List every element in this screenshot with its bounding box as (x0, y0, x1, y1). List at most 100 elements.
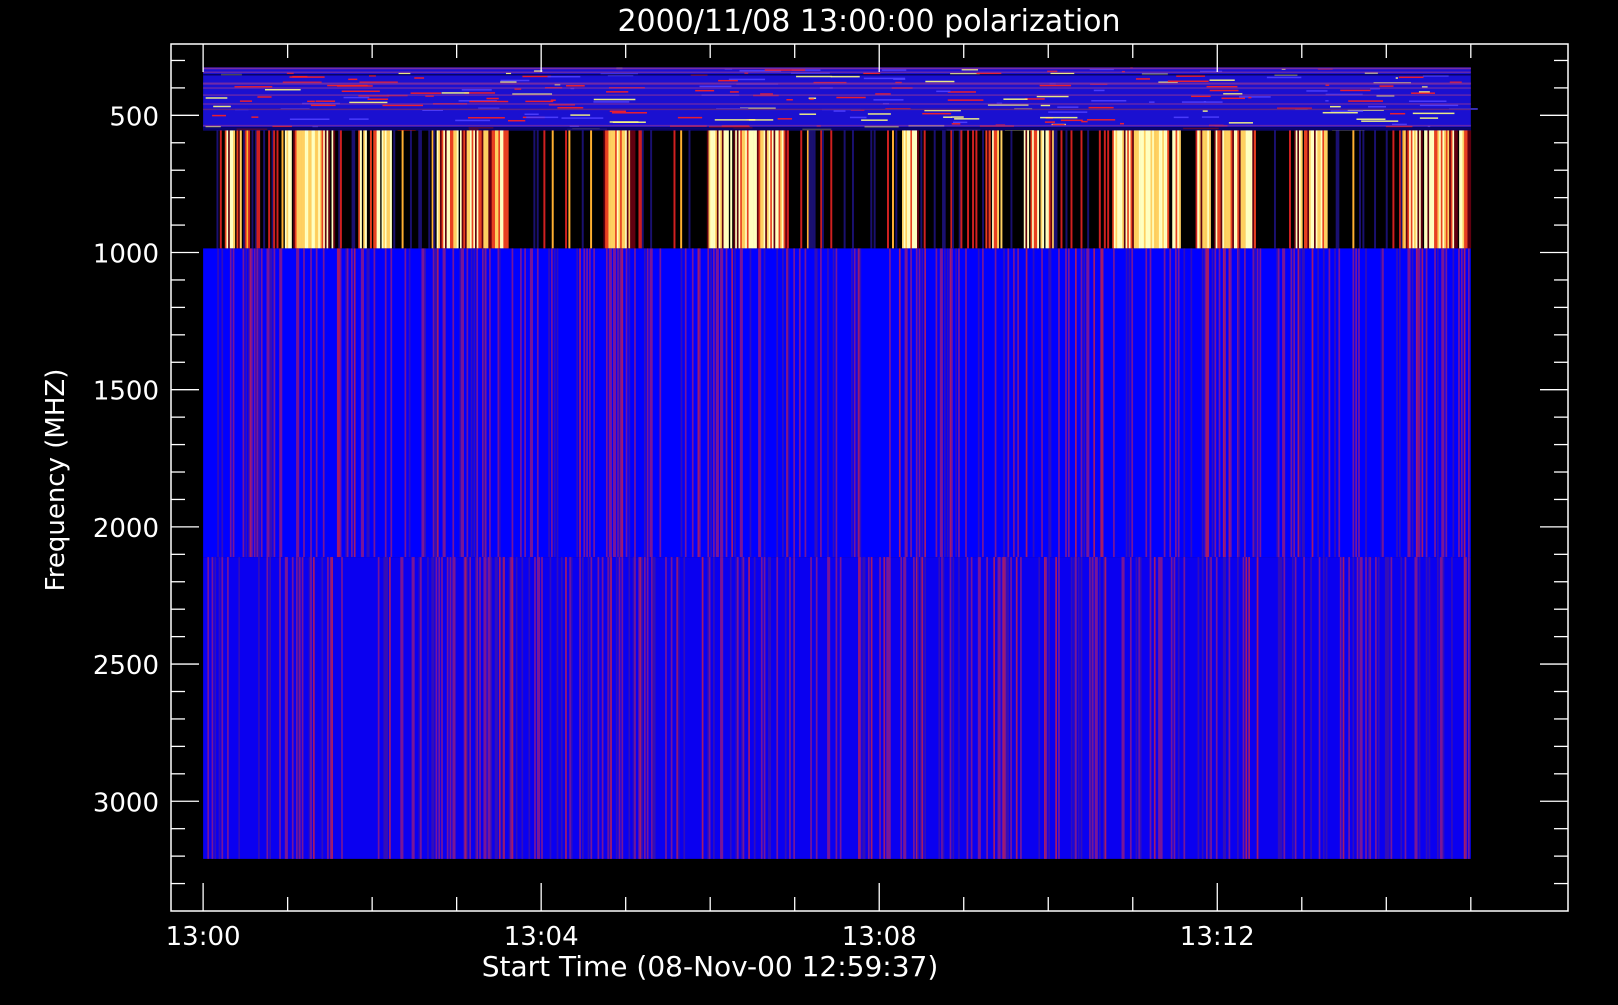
burst-column (581, 130, 584, 249)
stripe-column (221, 557, 224, 859)
stripe-column (946, 248, 949, 558)
stripe-column (653, 557, 656, 859)
stripe-column (436, 248, 439, 558)
stripe-column (232, 248, 235, 558)
burst-column (1042, 130, 1045, 249)
noise-speck (1419, 117, 1439, 119)
stripe-column (1283, 557, 1286, 859)
burst-column (1065, 130, 1068, 249)
stripe-column (218, 557, 221, 859)
stripe-column (597, 557, 600, 859)
stripe-column (748, 557, 750, 859)
stripe-column (763, 557, 766, 859)
stripe-column (446, 557, 449, 859)
noise-speck (1039, 84, 1072, 87)
noise-speck (836, 96, 866, 99)
noise-speck (609, 110, 626, 113)
stripe-column (1318, 557, 1321, 859)
stripe-column (1442, 248, 1445, 558)
stripe-column (713, 557, 715, 859)
burst-column (409, 130, 412, 249)
stripe-column (1280, 557, 1283, 859)
stripe-column (389, 557, 391, 859)
stripe-column (280, 248, 283, 558)
noise-speck (349, 101, 388, 104)
noise-row (203, 103, 1471, 105)
noise-speck (1329, 105, 1341, 108)
noise-speck (526, 116, 559, 119)
stripe-column (1418, 557, 1421, 859)
stripe-column (749, 248, 752, 558)
stripe-column (541, 557, 543, 859)
stripe-column (851, 248, 853, 558)
stripe-column (1365, 557, 1367, 859)
stripe-column (804, 248, 807, 558)
noise-speck (1221, 97, 1245, 100)
stripe-column (889, 557, 891, 859)
burst-column (975, 130, 978, 249)
stripe-column (1377, 557, 1380, 859)
stripe-column (1015, 557, 1018, 859)
stripe-column (665, 557, 667, 859)
stripe-column (362, 248, 364, 558)
stripe-column (1259, 248, 1262, 558)
burst-column (688, 130, 691, 249)
stripe-column (628, 557, 631, 859)
burst-column (997, 130, 1000, 249)
stripe-column (438, 557, 441, 859)
noise-speck (1419, 104, 1459, 107)
stripe-column (921, 557, 924, 859)
noise-row (203, 87, 1471, 89)
stripe-column (321, 557, 324, 859)
stripe-column (258, 248, 260, 558)
stripe-column (924, 248, 927, 558)
stripe-column (1434, 248, 1436, 558)
burst-column (1055, 130, 1058, 249)
stripe-column (452, 248, 455, 558)
noise-speck (522, 75, 552, 78)
stripe-column (1206, 557, 1208, 859)
stripe-column (441, 557, 443, 859)
burst-column (813, 130, 816, 249)
stripe-column (1408, 248, 1411, 558)
burst-column (726, 130, 729, 249)
noise-speck (469, 100, 509, 103)
noise-speck (1044, 121, 1056, 123)
noise-speck (1266, 76, 1302, 79)
stripe-column (1201, 248, 1204, 558)
stripe-column (1360, 557, 1363, 859)
noise-speck (593, 101, 630, 103)
band-2 (203, 248, 1471, 558)
stripe-column (214, 557, 217, 859)
stripe-column (1075, 248, 1077, 558)
stripe-column (1215, 557, 1218, 859)
stripe-column (839, 557, 842, 859)
noise-speck (327, 84, 368, 87)
burst-column (333, 130, 336, 249)
noise-speck (947, 99, 984, 101)
stripe-column (1400, 557, 1403, 859)
stripe-column (1348, 557, 1350, 859)
stripe-column (670, 557, 673, 859)
stripe-column (1460, 248, 1463, 558)
noise-speck (455, 119, 491, 122)
stripe-column (1197, 557, 1200, 859)
stripe-column (479, 557, 481, 859)
stripe-column (1425, 557, 1428, 859)
noise-speck (212, 114, 227, 117)
stripe-column (938, 557, 941, 859)
stripe-column (1356, 557, 1359, 859)
stripe-column (489, 248, 491, 558)
noise-speck (1167, 80, 1209, 83)
burst-column (219, 130, 222, 249)
stripe-column (412, 557, 415, 859)
stripe-column (951, 248, 953, 558)
burst-column (887, 130, 889, 249)
stripe-column (1229, 248, 1232, 558)
stripe-column (1177, 248, 1180, 558)
burst-column (923, 130, 926, 249)
stripe-column (327, 557, 329, 859)
stripe-column (1458, 248, 1460, 558)
stripe-column (251, 248, 253, 558)
stripe-column (782, 248, 784, 558)
